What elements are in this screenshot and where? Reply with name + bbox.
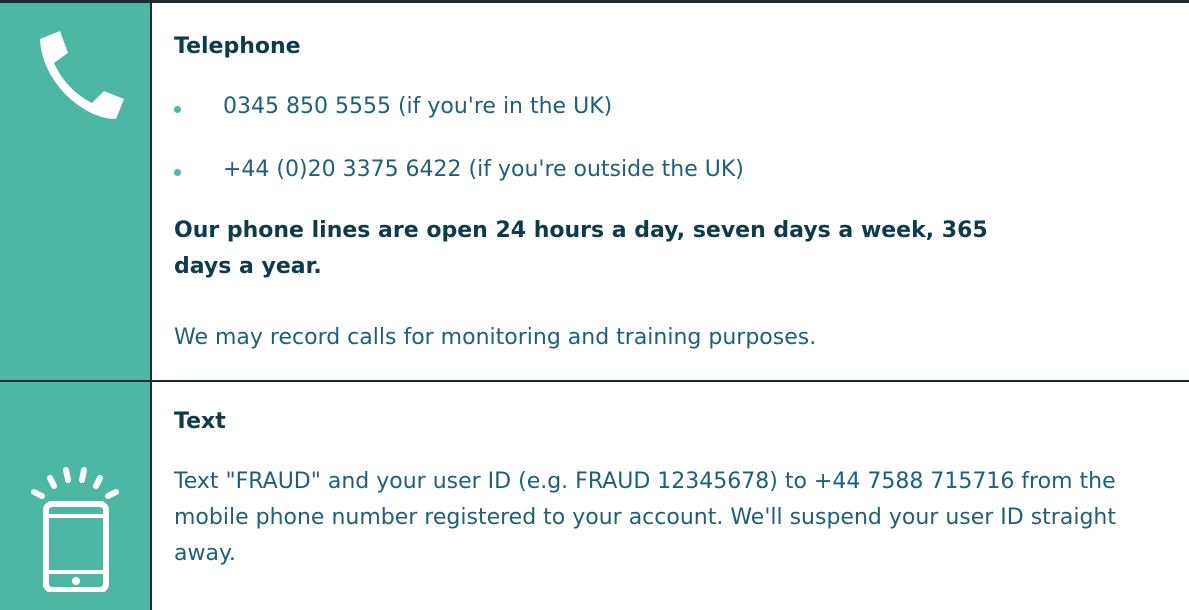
text-instructions: Text "FRAUD" and your user ID (e.g. FRAU…: [174, 469, 1116, 566]
contact-panel: Telephone 0345 850 5555 (if you're in th…: [0, 0, 1189, 610]
opening-hours: Our phone lines are open 24 hours a day,…: [174, 218, 988, 279]
mobile-phone-ringing-icon: [28, 464, 124, 593]
text-content: Text Text "FRAUD" and your user ID (e.g.…: [174, 382, 1189, 610]
bullet-dot: [174, 106, 181, 113]
phone-number-international[interactable]: +44 (0)20 3375 6422 (if you're outside t…: [223, 157, 744, 182]
telephone-content: Telephone 0345 850 5555 (if you're in th…: [174, 3, 1189, 380]
phone-handset-icon: [24, 25, 128, 129]
text-icon-cell: [0, 382, 152, 610]
text-row: Text Text "FRAUD" and your user ID (e.g.…: [0, 382, 1189, 610]
text-title: Text: [174, 409, 226, 434]
bullet-dot: [174, 169, 181, 176]
telephone-icon-cell: [0, 3, 152, 380]
telephone-row: Telephone 0345 850 5555 (if you're in th…: [0, 3, 1189, 382]
phone-number-uk[interactable]: 0345 850 5555 (if you're in the UK): [223, 94, 612, 119]
telephone-title: Telephone: [174, 34, 301, 59]
recording-note: We may record calls for monitoring and t…: [174, 325, 817, 350]
